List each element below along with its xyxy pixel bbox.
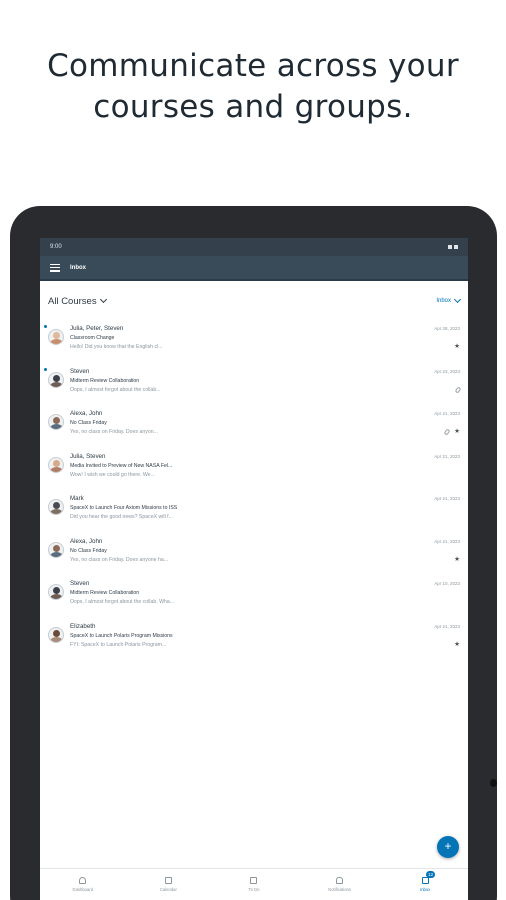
message-row[interactable]: Alexa, John Apr 21, 2023 No Class Friday Ye… [40,534,468,577]
message-preview: Yes, no class on Friday. Does anyon... [70,429,158,436]
message-subject: Media Invited to Preview of New NASA Fel… [70,462,173,469]
star-icon[interactable]: ★ [454,556,460,564]
avatar [48,584,64,600]
avatar [48,499,64,515]
tablet-screen: 9:00 Inbox All Courses Inbox Julia, Pete… [40,238,468,900]
message-date: Apr 21, 2023 [434,496,460,501]
message-preview: Hello! Did you know that the English cl.… [70,344,163,351]
chevron-down-icon [453,295,462,304]
dashboard-icon [79,877,87,884]
message-preview: Wow! I wish we could go there. We... [70,471,155,478]
message-subject: No Class Friday [70,420,107,426]
promo-headline: Communicate across your courses and grou… [0,46,506,128]
app-bar-title: Inbox [70,264,86,271]
message-date: Apr 23, 2023 [434,368,460,374]
tab-calendar[interactable]: Calendar [126,869,212,900]
message-preview: FYI: SpaceX to Launch Polaris Program... [70,641,167,648]
message-row[interactable]: Elizabeth Apr 21, 2023 SpaceX to Launch Po… [40,619,468,662]
message-row[interactable]: Mark Apr 21, 2023 SpaceX to Launch Four Ax… [40,491,468,534]
message-participants: Julia, Steven [70,452,106,460]
paperclip-icon [454,385,462,394]
menu-icon[interactable] [50,263,60,272]
camera-dot [490,779,497,787]
avatar [48,329,64,345]
todo-icon [250,877,258,884]
headline-line-1: Communicate across your [47,48,459,84]
inbox-icon [421,877,429,884]
calendar-icon [164,877,172,884]
tab-label: Calendar [159,887,177,892]
filter-row: All Courses Inbox [40,281,468,321]
avatar [48,456,64,473]
message-row[interactable]: Julia, Steven Apr 21, 2023 Media Invited t… [40,449,468,492]
message-row[interactable]: Steven Apr 23, 2023 Midterm Review Collabo… [40,364,468,407]
message-subject: No Class Friday [70,547,107,554]
message-list: Julia, Peter, Steven Apr 28, 2023 Classroo… [40,321,468,661]
message-date: Apr 21, 2023 [434,538,460,544]
message-row[interactable]: Julia, Peter, Steven Apr 28, 2023 Classroo… [40,321,468,364]
message-subject: Midterm Review Collaboration [70,590,140,596]
message-preview: Did you hear the good news? SpaceX will … [70,514,173,520]
message-row[interactable]: Steven Apr 10, 2023 Midterm Review Collabo… [40,576,468,619]
battery-icon [454,245,458,249]
status-icons [448,245,458,249]
unread-indicator [44,367,47,371]
scope-filter-label: Inbox [436,298,451,304]
message-participants: Alexa, John [70,537,103,545]
bottom-tab-bar: Dashboard Calendar To Do Notifications Inbox… [40,868,468,900]
unread-indicator [44,325,47,328]
tab-dashboard[interactable]: Dashboard [40,869,126,900]
message-date: Apr 10, 2023 [434,581,460,586]
compose-button[interactable]: + [437,836,459,858]
message-date: Apr 28, 2023 [434,326,460,331]
app-bar: Inbox [40,256,468,281]
tab-label: Dashboard [72,887,94,892]
tab-label: To Do [248,887,260,892]
message-participants: Julia, Peter, Steven [70,325,124,332]
tab-notifications[interactable]: Notifications [297,869,383,900]
avatar [48,541,64,558]
message-participants: Alexa, John [70,410,103,417]
status-time: 9:00 [50,244,62,250]
message-date: Apr 21, 2023 [434,623,460,629]
star-icon[interactable]: ★ [454,428,460,436]
message-participants: Steven [70,367,90,375]
star-icon[interactable]: ★ [454,343,460,351]
status-bar: 9:00 [40,238,468,256]
message-participants: Elizabeth [70,622,96,630]
message-participants: Steven [70,580,90,587]
star-icon[interactable]: ★ [454,641,460,649]
unread-count-badge: 12 [426,871,436,878]
wifi-icon [448,245,452,249]
message-row[interactable]: Alexa, John Apr 21, 2023 No Class Friday Ye… [40,406,468,449]
scope-filter-dropdown[interactable]: Inbox [436,295,462,304]
headline-line-2: courses and groups. [93,89,413,125]
course-filter-label: All Courses [48,295,97,307]
bell-icon [336,877,344,884]
message-date: Apr 21, 2023 [434,453,460,459]
tab-inbox[interactable]: Inbox 12 [382,869,468,900]
course-filter-dropdown[interactable]: All Courses [48,295,107,307]
avatar [48,626,64,643]
tab-label: Notifications [328,887,351,892]
message-subject: SpaceX to Launch Four Axiom Missions to … [70,505,178,511]
tab-label: Inbox [420,887,431,892]
message-subject: Midterm Review Collaboration [70,377,140,384]
avatar [48,371,64,388]
message-participants: Mark [70,495,84,502]
message-subject: SpaceX to Launch Polaris Program Mission… [70,632,173,639]
message-preview: Yes, no class on Friday. Does anyone ha.… [70,556,169,563]
message-preview: Oops, I almost forgot about the collab. … [70,599,175,605]
tab-to-do[interactable]: To Do [211,869,297,900]
chevron-down-icon [99,295,107,304]
message-preview: Oops, I almost forgot about the collab..… [70,386,161,393]
avatar [48,414,64,430]
paperclip-icon [443,428,451,436]
message-date: Apr 21, 2023 [434,411,460,416]
message-subject: Classroom Change [70,335,115,341]
